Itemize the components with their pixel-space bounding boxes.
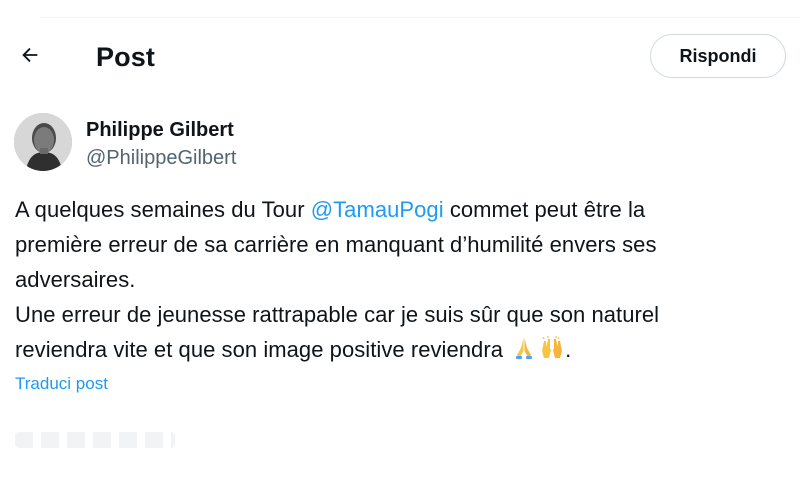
tweet-line-3: adversaires. [15,267,136,292]
avatar[interactable] [14,113,72,171]
arrow-left-icon [19,44,41,71]
post-header: Post Rispondi [0,30,800,88]
tweet-text-segment: commet peut être la [443,197,646,222]
tweet-line-5: reviendra vite et que son image positive… [15,332,785,367]
author-name[interactable]: Philippe Gilbert [86,119,234,142]
author-handle[interactable]: @PhilippeGilbert [86,147,236,170]
tweet-line-1: A quelques semaines du Tour @TamauPogi c… [15,192,785,227]
tweet-line-2: première erreur de sa carrière en manqua… [15,232,657,257]
tweet-line-4: Une erreur de jeunesse rattrapable car j… [15,302,660,327]
faded-metadata [15,432,175,448]
mention-link[interactable]: @TamauPogi [311,197,444,222]
top-divider [40,17,800,18]
post-page: Post Rispondi Philippe Gilbert @Philippe… [0,0,800,484]
tweet-text-segment: . [565,337,572,362]
translate-post-link[interactable]: Traduci post [15,374,108,394]
back-button[interactable] [10,37,50,77]
author-block: Philippe Gilbert @PhilippeGilbert [14,113,514,175]
tweet-text-segment: A quelques semaines du Tour [15,197,311,222]
page-title: Post [96,42,155,72]
folded-hands-emoji [511,335,537,361]
tweet-text-segment: reviendra vite et que son image positive… [15,337,510,362]
tweet-text: A quelques semaines du Tour @TamauPogi c… [15,192,785,367]
reply-button[interactable]: Rispondi [650,34,786,78]
raising-hands-emoji [539,335,565,361]
